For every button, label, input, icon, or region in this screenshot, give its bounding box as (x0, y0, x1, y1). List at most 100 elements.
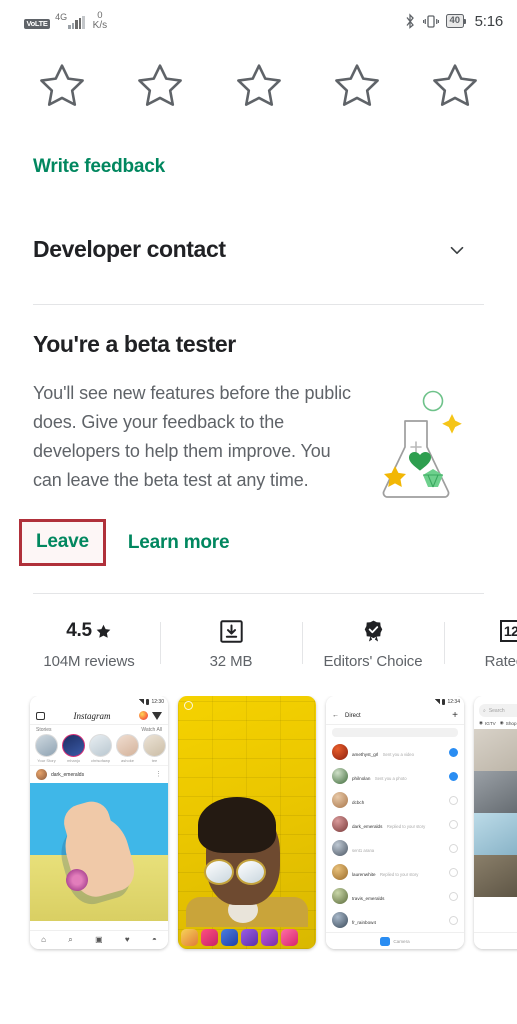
explore-cell[interactable] (474, 729, 517, 771)
explore-cell[interactable] (474, 855, 517, 897)
developer-contact-section[interactable]: Developer contact (0, 236, 517, 263)
post-header: dark_emeralds ⋮ (30, 765, 168, 783)
chip-igtv[interactable]: ◉ IGTV (479, 720, 496, 726)
list-item[interactable]: dark_emeralds Replied to your story (326, 812, 464, 836)
camera-icon[interactable] (449, 867, 458, 877)
explore-grid (474, 729, 517, 897)
filter-purple-icon[interactable] (261, 928, 278, 946)
list-item[interactable]: amethyst_grl Sent you a video (326, 740, 464, 764)
thread-preview: Sent you a photo (374, 776, 407, 781)
battery-icon (442, 698, 446, 705)
story-item[interactable]: tee (143, 734, 166, 763)
list-item[interactable]: sent1 arana (326, 836, 464, 860)
write-feedback-link[interactable]: Write feedback (33, 156, 165, 178)
story-avatar (116, 734, 139, 757)
watch-all-label[interactable]: Watch All (141, 727, 162, 733)
avatar (138, 711, 148, 720)
developer-contact-row[interactable]: Developer contact (33, 236, 484, 263)
star-outline-icon[interactable] (233, 60, 285, 112)
phone-status-bar: 12:34 (326, 696, 464, 707)
app-size: 32 MB (209, 653, 253, 670)
explore-chips[interactable]: ◉ IGTV ◉ Shop (474, 720, 517, 729)
beta-tester-actions: Leave Learn more (19, 519, 484, 566)
explore-cell[interactable] (474, 813, 517, 855)
chip-shop[interactable]: ◉ Shop (500, 720, 517, 726)
list-item[interactable]: laurenwhite Replied to your story (326, 860, 464, 884)
camera-icon[interactable] (449, 891, 458, 901)
filter-cat-icon[interactable] (241, 928, 258, 946)
direct-top-bar: ← Direct + (326, 707, 464, 725)
screenshot-thumbnail[interactable] (178, 696, 316, 949)
learn-more-button[interactable]: Learn more (128, 532, 230, 554)
chevron-down-icon[interactable] (446, 239, 468, 261)
story-avatar (62, 734, 85, 757)
avatar (332, 768, 348, 784)
screenshot-thumbnail[interactable]: 12:34 ← Direct + amethyst_grl Sent you a… (326, 696, 464, 949)
camera-icon[interactable] (449, 819, 458, 829)
camera-icon[interactable] (449, 771, 458, 781)
camera-icon[interactable] (449, 795, 458, 805)
star-outline-icon[interactable] (134, 60, 186, 112)
list-item[interactable]: fr_rainbow4 (326, 908, 464, 932)
new-message-icon[interactable]: + (452, 710, 458, 720)
list-item[interactable]: dcbch (326, 788, 464, 812)
star-outline-icon[interactable] (36, 60, 88, 112)
filter-blue-icon[interactable] (221, 928, 238, 946)
vibrate-icon (423, 14, 440, 28)
avatar (332, 744, 348, 760)
stat-rating[interactable]: 4.5 104M reviews (18, 618, 160, 670)
avatar (332, 840, 348, 856)
beta-tester-section: You're a beta tester You'll see new feat… (0, 331, 517, 566)
bottom-nav[interactable]: ⌂ ⌕ ▣ ♥ ◓ (30, 930, 168, 949)
screenshot-thumbnail[interactable]: ⌕ Search ◉ IGTV ◉ Shop ⌂ (474, 696, 517, 949)
write-feedback-section: Write feedback (0, 112, 517, 178)
direct-title: Direct (345, 712, 361, 719)
filter-sparkle-icon[interactable] (201, 928, 218, 946)
story-item[interactable]: Your Story (35, 734, 58, 763)
list-item[interactable]: travis_emeralds (326, 884, 464, 908)
activity-icon[interactable]: ♥ (125, 936, 130, 944)
app-stats-row: 4.5 104M reviews 32 MB Editors' Choice 1… (0, 618, 517, 670)
filter-mouth-icon[interactable] (181, 928, 198, 946)
flash-icon (184, 701, 193, 710)
beta-tester-body: You'll see new features before the publi… (33, 379, 484, 499)
story-item[interactable]: ashoke (116, 734, 139, 763)
profile-icon[interactable]: ◓ (152, 936, 157, 944)
camera-icon[interactable] (449, 843, 458, 853)
explore-cell[interactable] (474, 771, 517, 813)
home-icon[interactable]: ⌂ (41, 936, 46, 944)
back-arrow-icon[interactable]: ← (332, 712, 339, 719)
camera-footer-button[interactable]: Camera (326, 932, 464, 949)
stat-size[interactable]: 32 MB (160, 618, 302, 670)
camera-icon (380, 936, 391, 946)
camera-icon[interactable] (449, 747, 458, 757)
app-screenshots-strip[interactable]: 12:30 Instagram Stories Watch All Your S… (0, 696, 517, 954)
stories-header: Stories Watch All (30, 725, 168, 734)
screenshot-thumbnail[interactable]: 12:30 Instagram Stories Watch All Your S… (30, 696, 168, 949)
ar-filter-carousel[interactable] (178, 927, 316, 947)
story-item[interactable]: mhanjo (62, 734, 85, 763)
search-icon[interactable]: ⌕ (68, 936, 72, 944)
reels-icon[interactable]: ▣ (95, 936, 103, 944)
leave-beta-button[interactable]: Leave (36, 531, 89, 553)
camera-story-screen (178, 696, 316, 949)
more-options-icon[interactable]: ⋮ (155, 771, 162, 777)
thread-list: amethyst_grl Sent you a video philnolan … (326, 740, 464, 932)
story-item[interactable]: chrisofawp (89, 734, 112, 763)
stat-content-rating[interactable]: 12+ Rated for (444, 618, 517, 670)
network-gen-label: 4G (55, 12, 68, 23)
search-input[interactable]: ⌕ Search (479, 704, 517, 717)
post-username[interactable]: dark_emeralds (51, 772, 84, 778)
star-outline-icon[interactable] (331, 60, 383, 112)
camera-icon[interactable] (449, 915, 458, 925)
status-bar-right: 40 5:16 (404, 13, 503, 30)
rate-app-stars[interactable] (0, 42, 517, 112)
list-item[interactable]: philnolan Sent you a photo (326, 764, 464, 788)
star-outline-icon[interactable] (429, 60, 481, 112)
bottom-nav[interactable]: ⌂ (474, 932, 517, 949)
filter-pink-icon[interactable] (281, 928, 298, 946)
stat-editors-choice[interactable]: Editors' Choice (302, 618, 444, 670)
content-rating-label: Rated for (484, 653, 517, 670)
search-input[interactable] (332, 728, 458, 737)
chip-label: IGTV (485, 720, 496, 726)
